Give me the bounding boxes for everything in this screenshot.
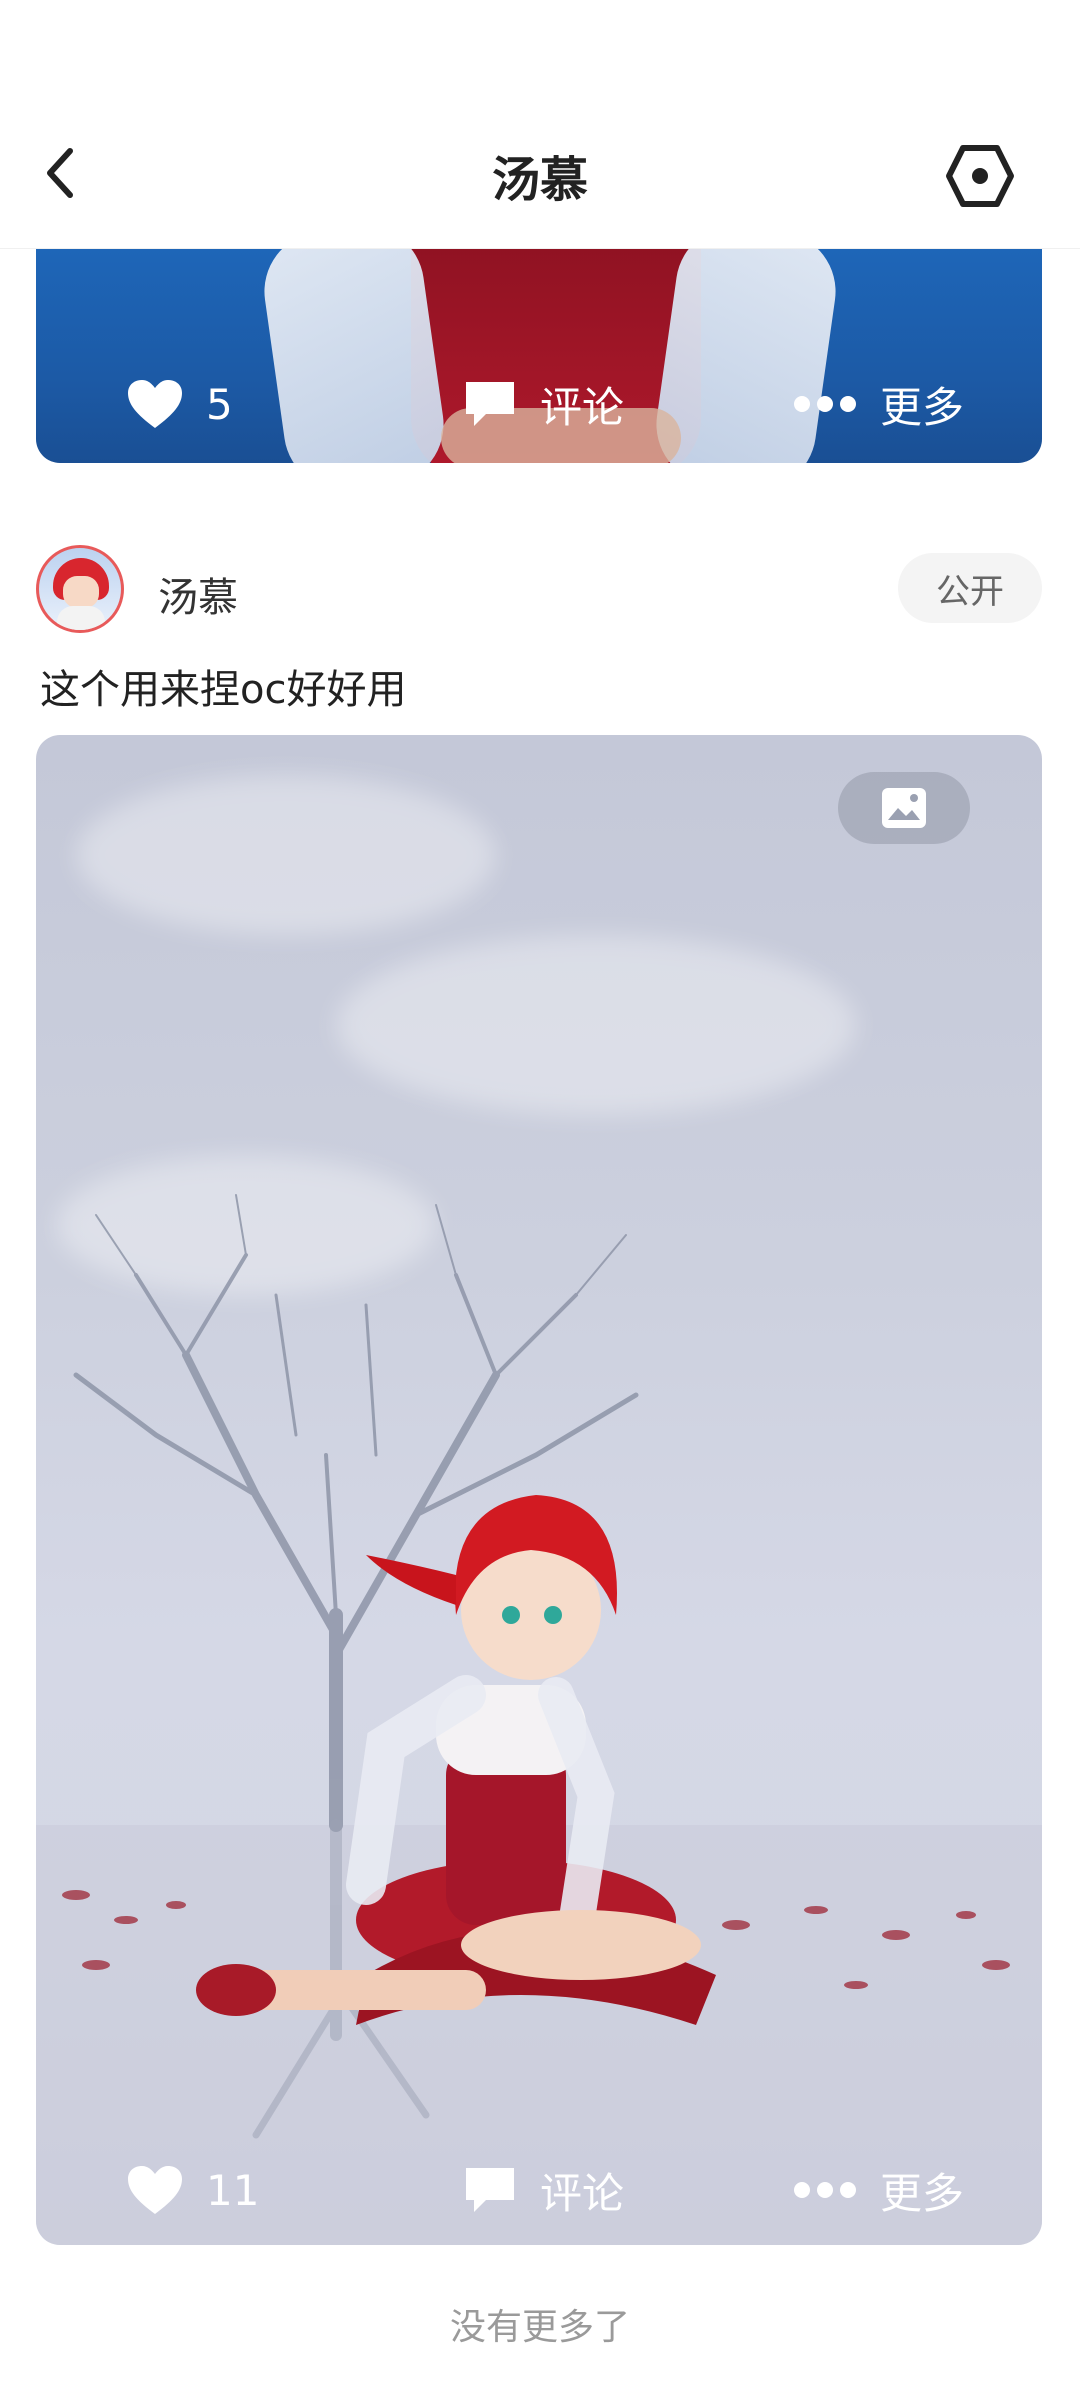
- top-bar: 汤慕: [0, 0, 1080, 249]
- avatar[interactable]: [36, 545, 124, 633]
- comment-bubble-icon: [466, 382, 514, 426]
- more-button[interactable]: 更多: [792, 2160, 964, 2221]
- username[interactable]: 汤慕: [158, 565, 238, 623]
- more-button[interactable]: 更多: [792, 374, 964, 435]
- avatar-face: [63, 576, 99, 608]
- image-type-badge: [838, 772, 970, 844]
- post-image-2[interactable]: [36, 735, 1042, 2245]
- post-text: 这个用来捏oc好好用: [40, 667, 407, 713]
- like-count: 11: [206, 2165, 260, 2215]
- more-label: 更多: [880, 2168, 965, 2218]
- comment-button[interactable]: 评论: [462, 374, 624, 435]
- avatar-body: [57, 606, 105, 630]
- scene-illustration: [36, 1194, 1042, 2245]
- comment-label: 评论: [540, 382, 625, 432]
- ellipsis-icon: [794, 2182, 856, 2198]
- hexagon-settings-icon: [946, 145, 1014, 207]
- page-title: 汤慕: [491, 152, 588, 208]
- heart-icon: [128, 380, 182, 428]
- visibility-badge[interactable]: 公开: [898, 553, 1042, 623]
- like-button[interactable]: 5: [126, 378, 233, 430]
- comment-bubble-icon: [466, 2168, 514, 2212]
- like-count: 5: [206, 379, 233, 429]
- like-button[interactable]: 11: [126, 2164, 259, 2216]
- settings-button[interactable]: [940, 138, 1020, 214]
- end-of-list-text: 没有更多了: [449, 2307, 630, 2348]
- heart-icon: [128, 2166, 182, 2214]
- more-label: 更多: [880, 382, 965, 432]
- post1-action-bar: 5 评论 更多: [36, 364, 1042, 444]
- comment-label: 评论: [540, 2168, 625, 2218]
- post2-action-bar: 11 评论 更多: [36, 2150, 1042, 2230]
- ellipsis-icon: [794, 396, 856, 412]
- image-icon: [882, 788, 926, 828]
- comment-button[interactable]: 评论: [462, 2160, 624, 2221]
